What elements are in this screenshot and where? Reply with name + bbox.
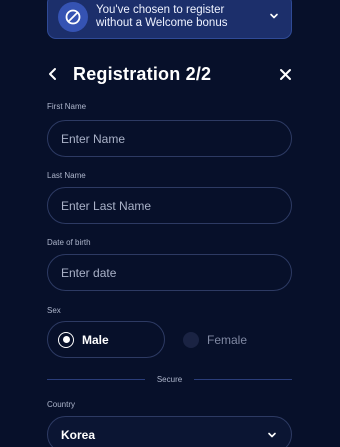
divider-line bbox=[47, 378, 145, 380]
divider-line bbox=[194, 378, 293, 380]
banner-text: You've chosen to register without a Welc… bbox=[96, 3, 228, 29]
chevron-left-icon bbox=[49, 68, 56, 80]
country-label: Country bbox=[47, 400, 76, 409]
page-title: Registration 2/2 bbox=[73, 63, 212, 84]
sex-option-label: Male bbox=[82, 332, 109, 347]
no-bonus-banner[interactable]: You've chosen to register without a Welc… bbox=[47, 0, 292, 39]
country-select[interactable]: Korea bbox=[47, 416, 292, 447]
last-name-label: Last Name bbox=[47, 171, 86, 180]
chevron-down-icon bbox=[268, 432, 276, 437]
divider-text: Secure bbox=[156, 374, 183, 384]
sex-option-label: Female bbox=[207, 332, 248, 347]
modal-header: Registration 2/2 bbox=[47, 60, 293, 88]
last-name-field-wrapper bbox=[47, 187, 292, 224]
first-name-label: First Name bbox=[47, 102, 87, 111]
dob-label: Date of birth bbox=[47, 238, 91, 247]
dob-input[interactable] bbox=[61, 265, 291, 280]
sex-option-male[interactable]: Male bbox=[47, 321, 165, 358]
radio-selected[interactable] bbox=[58, 331, 74, 348]
close-button[interactable] bbox=[277, 66, 293, 82]
last-name-input[interactable] bbox=[61, 198, 291, 213]
secure-divider: Secure bbox=[47, 373, 293, 385]
close-icon bbox=[279, 68, 291, 80]
chevron-down-icon[interactable] bbox=[269, 8, 279, 26]
first-name-field-wrapper bbox=[47, 120, 292, 157]
first-name-input[interactable] bbox=[61, 131, 291, 146]
no-bonus-icon bbox=[58, 1, 88, 32]
sex-option-female[interactable]: Female bbox=[183, 321, 293, 358]
country-value: Korea bbox=[61, 427, 96, 442]
dob-field-wrapper bbox=[47, 254, 292, 291]
back-button[interactable] bbox=[47, 65, 65, 83]
sex-label: Sex bbox=[47, 306, 61, 315]
radio-unselected[interactable] bbox=[183, 331, 199, 348]
